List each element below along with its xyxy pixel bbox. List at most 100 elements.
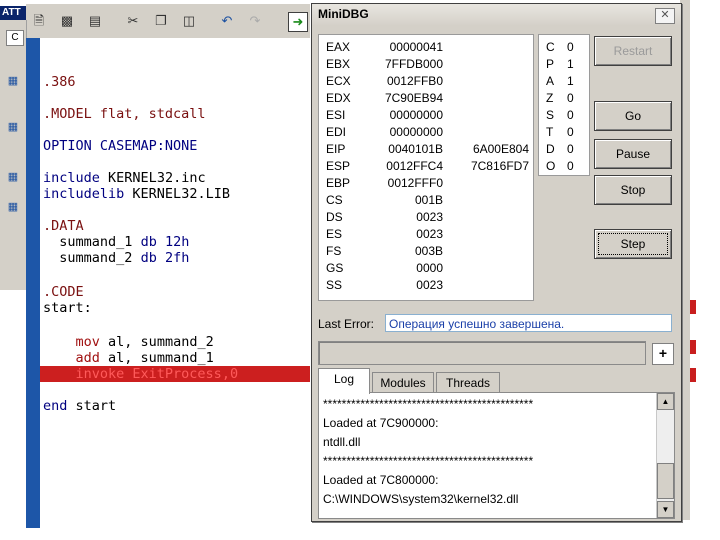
panel-icon[interactable]: ▦ xyxy=(6,200,20,214)
register-name: EIP xyxy=(326,142,346,156)
flag-row: Z0 xyxy=(539,90,589,107)
flag-value: 0 xyxy=(567,91,574,105)
flag-value: 0 xyxy=(567,40,574,54)
scroll-thumb[interactable] xyxy=(657,463,674,499)
ide-side-tab[interactable]: C xyxy=(6,30,24,46)
log-panel[interactable]: ▲ ▼ ************************************… xyxy=(318,392,675,519)
flag-value: 0 xyxy=(567,125,574,139)
save-icon[interactable]: ▩ xyxy=(58,12,76,30)
close-icon[interactable]: ✕ xyxy=(655,8,675,24)
save-all-icon[interactable]: ▤ xyxy=(86,12,104,30)
code-token: summand_2 xyxy=(59,250,133,266)
code-line: summand_1 db 12h xyxy=(43,234,189,250)
code-line: summand_2 db 2fh xyxy=(43,250,189,266)
scroll-down-icon[interactable]: ▼ xyxy=(657,501,674,518)
register-name: ESP xyxy=(326,159,351,173)
flag-row: P1 xyxy=(539,56,589,73)
register-row: ES 0023 xyxy=(319,226,533,243)
code-token: 2fh xyxy=(164,250,190,266)
dialog-titlebar[interactable]: MiniDBG ✕ xyxy=(312,4,681,26)
flag-name: P xyxy=(546,57,555,71)
code-token: KERNEL32.inc xyxy=(108,170,206,186)
register-name: EBX xyxy=(326,57,351,71)
run-icon[interactable]: ➜ xyxy=(288,12,308,32)
register-value: 7C90EB94 xyxy=(384,91,443,105)
register-name: EDX xyxy=(326,91,351,105)
register-row: EDI 00000000 xyxy=(319,124,533,141)
log-line: ****************************************… xyxy=(323,397,534,411)
flag-name: Z xyxy=(546,91,554,105)
flag-name: C xyxy=(546,40,555,54)
register-value: 0012FFF0 xyxy=(387,176,443,190)
pause-button[interactable]: Pause xyxy=(594,139,672,169)
register-row: EBX 7FFDB000 xyxy=(319,56,533,73)
code-line: include KERNEL32.inc xyxy=(43,170,206,186)
last-error-label: Last Error: xyxy=(318,317,375,331)
flag-name: O xyxy=(546,159,556,173)
redo-icon[interactable]: ↷ xyxy=(246,12,264,30)
register-name: EAX xyxy=(326,40,351,54)
tab-modules[interactable]: Modules xyxy=(372,372,434,393)
scroll-up-icon[interactable]: ▲ xyxy=(657,393,674,410)
panel-icon[interactable]: ▦ xyxy=(6,74,20,88)
register-value: 0040101B xyxy=(388,142,443,156)
minidbg-dialog: MiniDBG ✕ EAX 00000041 EBX 7FFDB000 ECX 0012F… xyxy=(311,3,682,522)
register-name: EBP xyxy=(326,176,351,190)
code-line: OPTION CASEMAP:NONE xyxy=(43,138,198,154)
step-button[interactable]: Step xyxy=(594,229,672,259)
go-button[interactable]: Go xyxy=(594,101,672,131)
register-value: 0023 xyxy=(416,227,443,241)
code-editor[interactable]: .386 .MODEL flat, stdcall OPTION CASEMAP… xyxy=(40,38,310,528)
command-input[interactable] xyxy=(318,341,646,365)
register-name: ECX xyxy=(326,74,351,88)
tab-log[interactable]: Log xyxy=(318,368,370,394)
register-row: ESP 0012FFC4 7C816FD7 xyxy=(319,158,533,175)
register-row: SS 0023 xyxy=(319,277,533,294)
restart-button[interactable]: Restart xyxy=(594,36,672,66)
code-line: .MODEL flat, stdcall xyxy=(43,106,206,122)
background-highlight-fragment xyxy=(690,300,696,314)
flag-row: D0 xyxy=(539,141,589,158)
panel-icon[interactable]: ▦ xyxy=(6,120,20,134)
log-line: Loaded at 7C800000: xyxy=(323,473,439,487)
flag-value: 0 xyxy=(567,108,574,122)
register-value: 001B xyxy=(414,193,443,207)
register-value: 0023 xyxy=(416,278,443,292)
add-button[interactable]: + xyxy=(652,343,674,365)
code-line: .386 xyxy=(43,74,76,90)
stop-button[interactable]: Stop xyxy=(594,175,672,205)
register-value: 0012FFC4 xyxy=(386,159,443,173)
flags-panel: C0P1A1Z0S0T0D0O0 xyxy=(538,34,590,176)
paste-icon[interactable]: ◫ xyxy=(180,12,198,30)
flag-value: 1 xyxy=(567,57,574,71)
new-file-icon[interactable]: 🗎 xyxy=(30,12,48,30)
copy-icon[interactable]: ❐ xyxy=(152,12,170,30)
tab-threads[interactable]: Threads xyxy=(436,372,500,393)
ide-side-panel: ▦ ▦ ▦ ▦ xyxy=(0,20,27,290)
log-scrollbar[interactable]: ▲ ▼ xyxy=(656,393,674,518)
register-extra: 6A00E804 xyxy=(472,142,529,156)
register-value: 0012FFB0 xyxy=(386,74,443,88)
register-row: DS 0023 xyxy=(319,209,533,226)
code-token: summand_1 xyxy=(59,234,133,250)
code-line: end start xyxy=(43,398,116,414)
undo-icon[interactable]: ↶ xyxy=(218,12,236,30)
code-token: add xyxy=(75,350,100,366)
flag-value: 0 xyxy=(567,142,574,156)
code-line: mov al, summand_2 xyxy=(43,334,214,350)
code-token: KERNEL32.LIB xyxy=(132,186,230,202)
ide-toolbar: 🗎 ▩ ▤ ✂ ❐ ◫ ↶ ↷ ➜ xyxy=(26,4,310,39)
code-line: add al, summand_1 xyxy=(43,350,214,366)
register-value: 00000000 xyxy=(389,125,443,139)
code-token: mov xyxy=(75,334,100,350)
register-row: EDX 7C90EB94 xyxy=(319,90,533,107)
panel-icon[interactable]: ▦ xyxy=(6,170,20,184)
flag-name: T xyxy=(546,125,554,139)
register-row: FS 003B xyxy=(319,243,533,260)
register-row: ECX 0012FFB0 xyxy=(319,73,533,90)
register-name: ES xyxy=(326,227,343,241)
code-token: db xyxy=(140,234,157,250)
code-token: includelib xyxy=(43,186,125,202)
registers-panel: EAX 00000041 EBX 7FFDB000 ECX 0012FFB0 EDX 7C90… xyxy=(318,34,534,301)
cut-icon[interactable]: ✂ xyxy=(124,12,142,30)
